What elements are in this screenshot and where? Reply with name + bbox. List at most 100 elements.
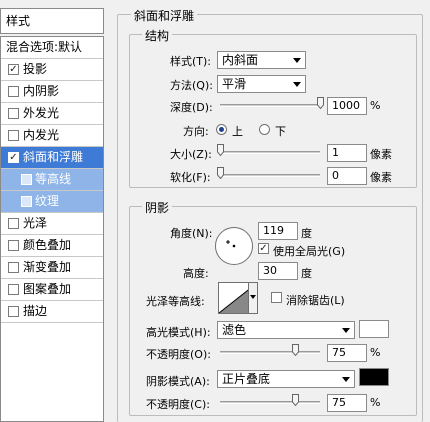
depth-input[interactable]: 1000 (327, 97, 367, 115)
size-slider-track[interactable] (220, 151, 320, 154)
angle-unit: 度 (301, 227, 312, 240)
gradient-overlay-checkbox[interactable] (8, 262, 19, 273)
highlight-opacity-thumb[interactable] (292, 344, 299, 356)
global-light-checkbox[interactable]: ✓ (258, 243, 269, 254)
style-item-drop-shadow[interactable]: ✓ 投影 (1, 59, 103, 81)
bevel-emboss-title: 斜面和浮雕 (131, 7, 198, 24)
gloss-contour-label: 光泽等高线: (146, 295, 205, 308)
anti-alias-checkbox[interactable] (271, 292, 282, 303)
shadow-color-swatch[interactable] (359, 368, 389, 386)
shadow-opacity-label: 不透明度(C): (146, 398, 210, 411)
shadow-opacity-input[interactable]: 75 (327, 394, 367, 412)
style-label: 样式(T): (170, 55, 212, 68)
style-item-texture[interactable]: 纹理 (1, 191, 103, 213)
chevron-down-icon (342, 328, 350, 333)
texture-checkbox[interactable] (21, 196, 32, 207)
style-item-label: 内发光 (23, 128, 60, 142)
blend-options-default-item[interactable]: 混合选项:默认 (1, 37, 103, 59)
depth-slider-track[interactable] (220, 104, 320, 107)
chevron-down-icon (250, 295, 256, 299)
style-item-label: 外发光 (23, 106, 60, 120)
style-item-pattern-overlay[interactable]: 图案叠加 (1, 279, 103, 301)
shadow-mode-label: 阴影模式(A): (146, 375, 210, 388)
inner-glow-checkbox[interactable] (8, 130, 19, 141)
style-item-label: 渐变叠加 (23, 260, 72, 274)
highlight-mode-select[interactable]: 滤色 (217, 321, 355, 339)
style-item-label: 描边 (23, 304, 48, 318)
altitude-unit: 度 (301, 267, 312, 280)
direction-up-label: 上 (232, 125, 243, 138)
style-item-label: 内阴影 (23, 84, 60, 98)
altitude-label: 高度: (183, 267, 209, 280)
soften-slider-thumb[interactable] (217, 167, 224, 179)
styles-header[interactable]: 样式 (0, 8, 104, 34)
highlight-opacity-unit: % (370, 346, 381, 359)
technique-value: 平滑 (222, 77, 247, 91)
angle-dial-graphic (215, 227, 253, 265)
direction-down-radio[interactable] (259, 124, 270, 135)
anti-alias-label: 消除锯齿(L) (286, 294, 345, 307)
size-slider-thumb[interactable] (217, 144, 224, 156)
style-item-label: 图案叠加 (23, 282, 72, 296)
style-item-stroke[interactable]: 描边 (1, 301, 103, 323)
bevel-emboss-checkbox[interactable]: ✓ (8, 152, 19, 163)
highlight-opacity-label: 不透明度(O): (146, 348, 211, 361)
chevron-down-icon (293, 82, 301, 87)
style-item-label: 斜面和浮雕 (23, 150, 84, 164)
angle-label: 角度(N): (170, 227, 213, 240)
size-label: 大小(Z): (170, 148, 212, 161)
highlight-color-swatch[interactable] (359, 320, 389, 338)
contour-checkbox[interactable] (21, 174, 32, 185)
highlight-mode-value: 滤色 (222, 323, 247, 337)
depth-label: 深度(D): (170, 101, 213, 114)
drop-shadow-checkbox[interactable]: ✓ (8, 64, 19, 75)
style-item-satin[interactable]: 光泽 (1, 213, 103, 235)
gloss-contour-dropdown[interactable] (248, 282, 258, 314)
color-overlay-checkbox[interactable] (8, 240, 19, 251)
pattern-overlay-checkbox[interactable] (8, 284, 19, 295)
technique-select[interactable]: 平滑 (217, 75, 306, 93)
shadow-mode-value: 正片叠底 (222, 372, 271, 386)
bevel-style-value: 内斜面 (222, 53, 259, 67)
soften-unit: 像素 (370, 171, 392, 184)
shadow-opacity-unit: % (370, 396, 381, 409)
style-item-outer-glow[interactable]: 外发光 (1, 103, 103, 125)
style-item-label: 投影 (23, 62, 48, 76)
size-input[interactable]: 1 (327, 144, 367, 162)
style-item-inner-glow[interactable]: 内发光 (1, 125, 103, 147)
satin-checkbox[interactable] (8, 218, 19, 229)
size-unit: 像素 (370, 148, 392, 161)
style-item-gradient-overlay[interactable]: 渐变叠加 (1, 257, 103, 279)
chevron-down-icon (293, 58, 301, 63)
style-item-color-overlay[interactable]: 颜色叠加 (1, 235, 103, 257)
style-item-bevel-emboss[interactable]: ✓ 斜面和浮雕 (1, 147, 103, 169)
shadow-opacity-thumb[interactable] (292, 394, 299, 406)
stroke-checkbox[interactable] (8, 306, 19, 317)
shadow-opacity-track[interactable] (220, 401, 320, 404)
style-item-label: 等高线 (35, 172, 72, 186)
direction-down-label: 下 (275, 125, 286, 138)
direction-label: 方向: (183, 125, 209, 138)
angle-input[interactable]: 119 (258, 222, 298, 240)
depth-slider-thumb[interactable] (317, 97, 324, 109)
direction-up-radio[interactable] (216, 124, 227, 135)
style-item-inner-shadow[interactable]: 内阴影 (1, 81, 103, 103)
inner-shadow-checkbox[interactable] (8, 86, 19, 97)
soften-slider-track[interactable] (220, 174, 320, 177)
shading-title: 阴影 (142, 199, 173, 216)
highlight-opacity-input[interactable]: 75 (327, 344, 367, 362)
style-item-label: 光泽 (23, 216, 48, 230)
shadow-mode-select[interactable]: 正片叠底 (217, 370, 355, 388)
highlight-opacity-track[interactable] (220, 351, 320, 354)
soften-label: 软化(F): (170, 171, 211, 184)
bevel-style-select[interactable]: 内斜面 (217, 51, 306, 69)
depth-unit: % (370, 99, 381, 112)
radio-dot (219, 127, 224, 132)
style-item-label: 纹理 (35, 194, 60, 208)
soften-input[interactable]: 0 (327, 167, 367, 185)
chevron-down-icon (342, 377, 350, 382)
altitude-input[interactable]: 30 (258, 262, 298, 280)
angle-dial[interactable] (214, 226, 254, 269)
outer-glow-checkbox[interactable] (8, 108, 19, 119)
style-item-contour[interactable]: 等高线 (1, 169, 103, 191)
